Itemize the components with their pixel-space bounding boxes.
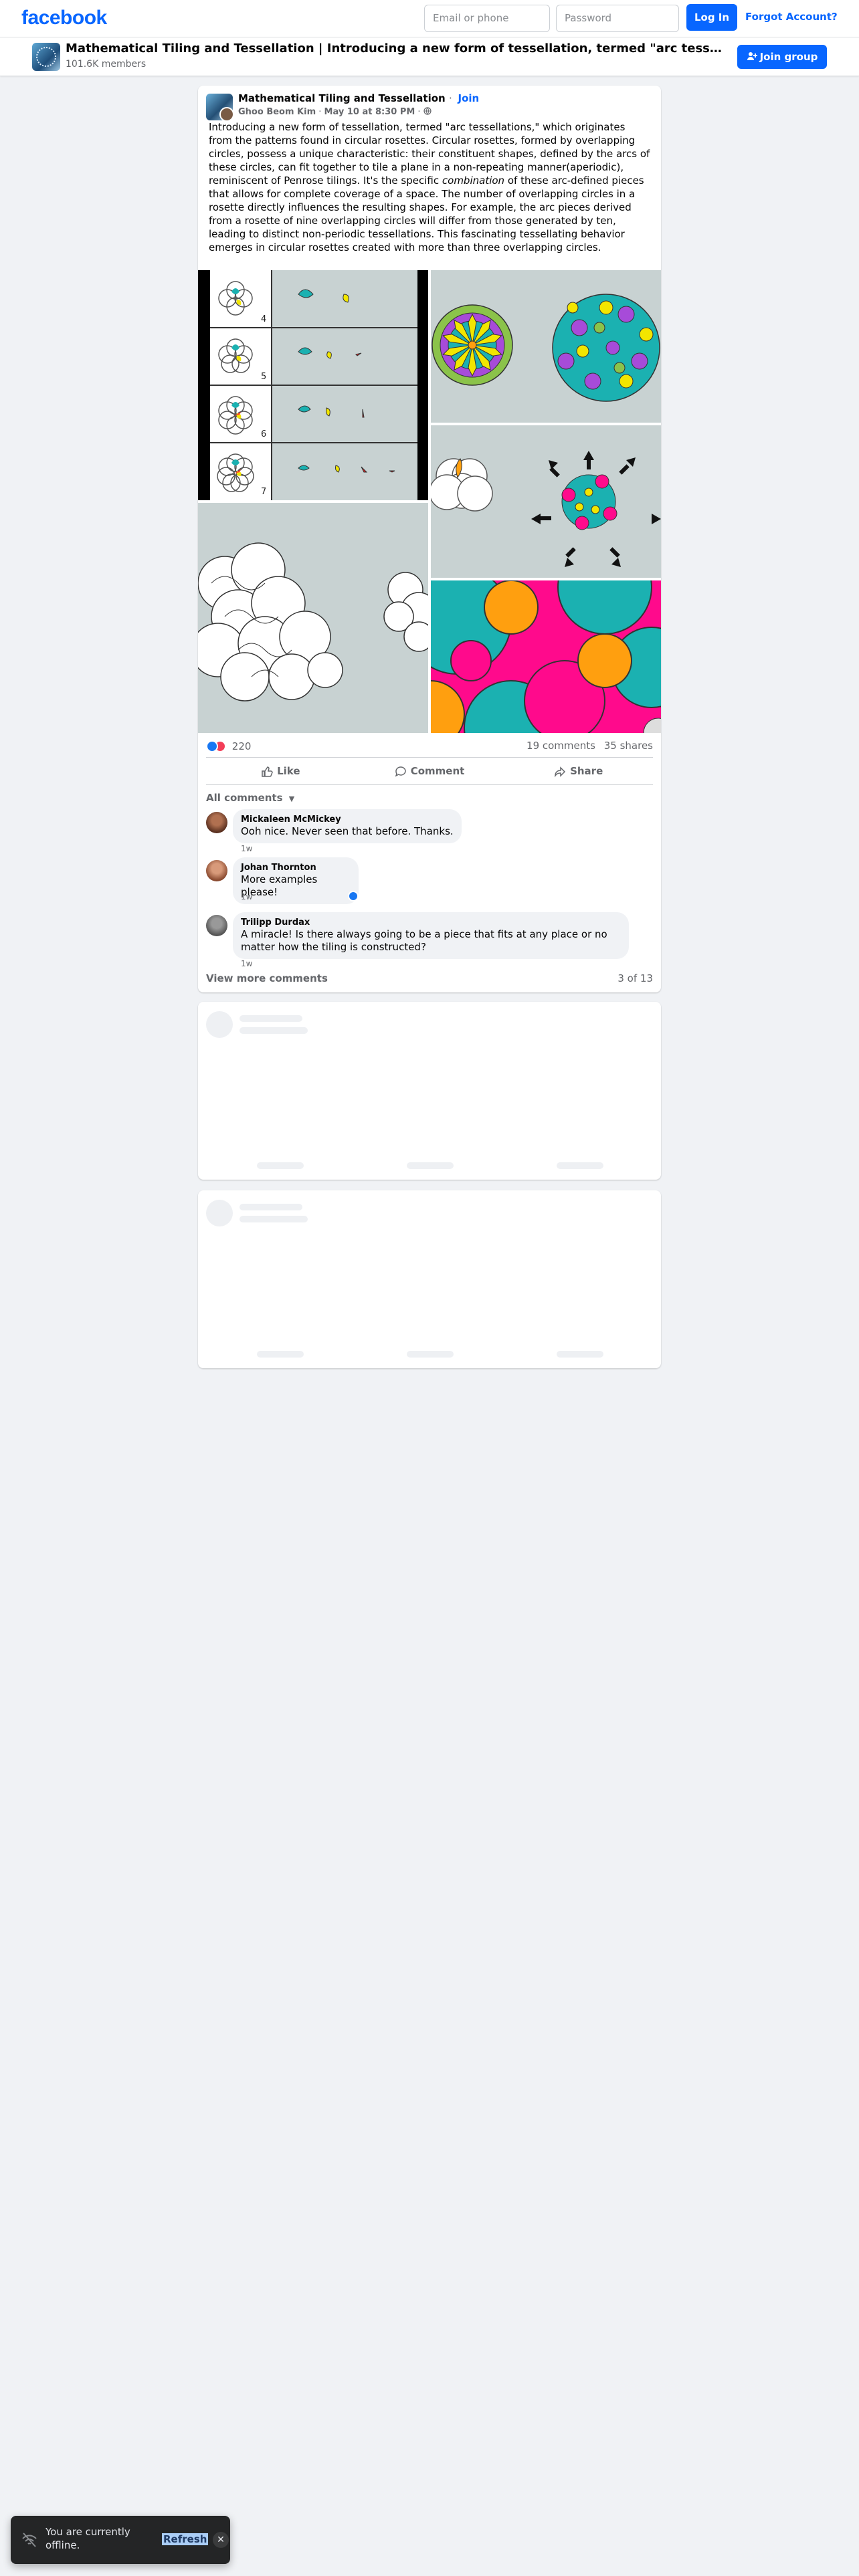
comment: Johan Thornton More examples please! 1w	[206, 857, 648, 904]
exploded-rosette-illustration	[431, 451, 661, 567]
photo-exploded-rosette[interactable]	[431, 425, 661, 578]
join-link[interactable]: Join	[458, 92, 480, 104]
share-icon	[555, 766, 566, 777]
placeholder-line	[557, 1162, 603, 1169]
comment-time[interactable]: 1w	[241, 959, 252, 968]
placeholder-line	[257, 1162, 304, 1169]
comments-count[interactable]: 19 comments	[527, 740, 595, 752]
rosette-label-7: 7	[261, 487, 267, 497]
login-button[interactable]: Log In	[686, 4, 737, 31]
post-group-name: Mathematical Tiling and Tessellation · J…	[238, 92, 480, 104]
all-comments-dropdown[interactable]: All comments ▼	[206, 792, 294, 804]
comment-text: Ooh nice. Never seen that before. Thanks…	[241, 825, 454, 837]
all-comments-label: All comments	[206, 792, 283, 804]
like-reaction-icon	[348, 891, 359, 901]
password-input[interactable]: Password	[556, 5, 679, 32]
forgot-account-link[interactable]: Forgot Account?	[745, 11, 838, 23]
placeholder-avatar	[206, 1011, 233, 1038]
colorful-closeup-illustration	[431, 580, 661, 733]
rosette-pieces-illustration	[210, 270, 417, 500]
rosette-label-5: 5	[261, 372, 267, 382]
commenter-avatar[interactable]	[206, 812, 227, 833]
commenter-name[interactable]: Mickaleen McMickey	[241, 815, 454, 825]
white-tiling-illustration	[198, 542, 428, 702]
loading-post-placeholder	[198, 1002, 661, 1180]
placeholder-line	[257, 1351, 304, 1358]
add-user-icon	[747, 52, 757, 60]
globe-icon	[423, 107, 432, 115]
chevron-down-icon: ▼	[288, 794, 295, 803]
offline-toast: You are currently offline. Refresh ✕	[11, 2516, 230, 2564]
rosette-label-6: 6	[261, 429, 267, 439]
view-more-comments-link[interactable]: View more comments	[206, 972, 328, 984]
placeholder-line	[240, 1015, 302, 1022]
refresh-link[interactable]: Refresh	[162, 2533, 209, 2545]
author-name[interactable]: Ghoo Beom Kim	[238, 107, 316, 117]
group-avatar[interactable]	[32, 43, 60, 71]
placeholder-line	[407, 1351, 454, 1358]
comments-shown-count: 3 of 13	[617, 972, 653, 984]
photo-colored-rosettes[interactable]	[431, 270, 661, 423]
like-reaction-icon	[206, 740, 218, 752]
top-navigation-bar: facebook Email or phone Password Log In …	[0, 0, 859, 37]
comment-bubble: Trilipp Durdax A miracle! Is there alway…	[233, 912, 629, 959]
commenter-avatar[interactable]	[206, 860, 227, 881]
author-avatar[interactable]	[219, 107, 234, 122]
wifi-off-icon	[22, 2533, 37, 2547]
comment: Mickaleen McMickey Ooh nice. Never seen …	[206, 809, 648, 853]
share-label: Share	[570, 765, 603, 777]
comment-label: Comment	[410, 765, 465, 777]
comment: Trilipp Durdax A miracle! Is there alway…	[206, 912, 648, 968]
group-name-link[interactable]: Mathematical Tiling and Tessellation	[238, 92, 446, 104]
post-body: Introducing a new form of tessellation, …	[209, 120, 650, 254]
photo-colorful-closeup[interactable]	[431, 580, 661, 733]
post-photo-grid: 4 5 6 7	[198, 270, 661, 733]
comment-icon	[395, 766, 406, 776]
like-label: Like	[277, 765, 300, 777]
reaction-count: 220	[231, 740, 252, 752]
placeholder-line	[240, 1204, 302, 1210]
offline-message: You are currently offline.	[45, 2526, 130, 2551]
reaction-summary[interactable]: 220	[206, 740, 251, 753]
facebook-logo[interactable]: facebook	[21, 7, 107, 29]
join-group-button[interactable]: Join group	[737, 45, 827, 69]
thumbs-up-icon	[262, 766, 273, 777]
comment-time[interactable]: 1w	[241, 892, 252, 901]
colored-rosettes-illustration	[432, 294, 660, 402]
commenter-avatar[interactable]	[206, 915, 227, 936]
email-input[interactable]: Email or phone	[424, 5, 550, 32]
post-action-bar: Like Comment Share	[206, 757, 653, 785]
post-card: Mathematical Tiling and Tessellation · J…	[198, 86, 661, 992]
commenter-name[interactable]: Trilipp Durdax	[241, 918, 621, 928]
post-meta: Ghoo Beom Kim · May 10 at 8:30 PM ·	[238, 107, 432, 117]
photo-white-tiling[interactable]	[198, 503, 428, 733]
comment-text: A miracle! Is there always going to be a…	[241, 928, 607, 953]
shares-count[interactable]: 35 shares	[604, 740, 653, 752]
group-member-count: 101.6K members	[66, 59, 147, 70]
placeholder-line	[407, 1162, 454, 1169]
photo-rosette-pieces[interactable]: 4 5 6 7	[198, 270, 428, 500]
share-button[interactable]: Share	[504, 758, 653, 784]
engagement-counts: 19 comments 35 shares	[527, 740, 653, 752]
group-header-bar: Mathematical Tiling and Tessellation | I…	[0, 37, 859, 76]
placeholder-line	[557, 1351, 603, 1358]
close-icon[interactable]: ✕	[213, 2532, 229, 2548]
placeholder-line	[240, 1216, 308, 1222]
placeholder-line	[240, 1027, 308, 1034]
post-text-emphasis: combination	[442, 175, 505, 187]
placeholder-avatar	[206, 1200, 233, 1226]
group-title[interactable]: Mathematical Tiling and Tessellation | I…	[66, 41, 728, 56]
rosette-label-4: 4	[261, 314, 267, 324]
join-group-label: Join group	[759, 51, 818, 63]
like-button[interactable]: Like	[206, 758, 355, 784]
comment-time[interactable]: 1w	[241, 844, 252, 853]
post-date[interactable]: May 10 at 8:30 PM	[324, 107, 415, 117]
commenter-name[interactable]: Johan Thornton	[241, 863, 351, 873]
comment-bubble: Mickaleen McMickey Ooh nice. Never seen …	[233, 809, 462, 843]
comment-button[interactable]: Comment	[355, 758, 504, 784]
loading-post-placeholder	[198, 1190, 661, 1368]
